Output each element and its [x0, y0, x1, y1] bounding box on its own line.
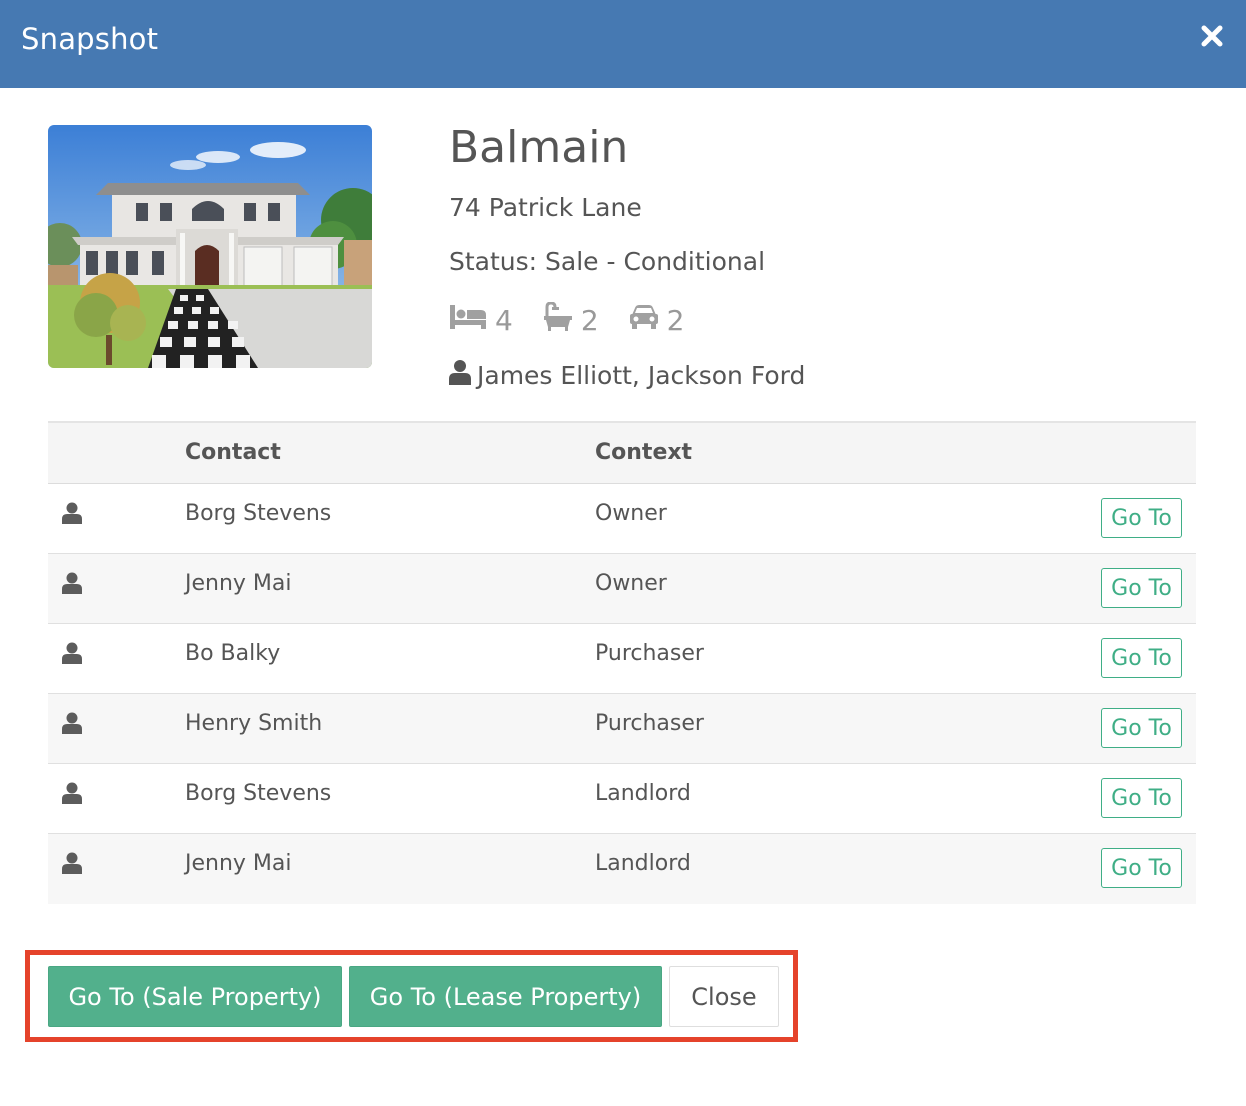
table-row: Borg Stevens Landlord Go To — [48, 764, 1196, 834]
property-features: 4 2 2 — [449, 300, 714, 340]
contact-name: Bo Balky — [185, 641, 281, 666]
table-row: Borg Stevens Owner Go To — [48, 484, 1196, 554]
property-suburb: Balmain — [449, 122, 629, 173]
contact-context: Purchaser — [595, 711, 704, 736]
contact-user-icon — [62, 572, 82, 598]
table-row: Henry Smith Purchaser Go To — [48, 694, 1196, 764]
contact-context: Purchaser — [595, 641, 704, 666]
table-row: Jenny Mai Owner Go To — [48, 554, 1196, 624]
contacts-table: Contact Context Borg Stevens Owner Go To… — [48, 421, 1196, 904]
dialog-title: Snapshot — [21, 22, 159, 56]
contact-user-icon — [62, 712, 82, 738]
table-header: Contact Context — [48, 421, 1196, 484]
table-row: Jenny Mai Landlord Go To — [48, 834, 1196, 904]
go-to-button[interactable]: Go To — [1101, 848, 1182, 888]
dialog-header: Snapshot — [0, 0, 1246, 88]
go-to-button[interactable]: Go To — [1101, 498, 1182, 538]
bedrooms-count: 4 — [495, 303, 513, 337]
contact-name: Jenny Mai — [185, 571, 292, 596]
contact-name: Jenny Mai — [185, 851, 292, 876]
bathrooms-count: 2 — [580, 303, 599, 337]
property-photo — [48, 125, 372, 368]
contact-user-icon — [62, 642, 82, 668]
property-address: 74 Patrick Lane — [449, 193, 642, 222]
contact-user-icon — [62, 502, 82, 528]
header-contact: Contact — [185, 440, 281, 465]
bath-icon — [543, 300, 581, 339]
bedrooms-feature: 4 — [449, 303, 513, 338]
contact-context: Landlord — [595, 781, 691, 806]
contact-user-icon — [62, 782, 82, 808]
contact-user-icon — [62, 852, 82, 878]
contact-context: Landlord — [595, 851, 691, 876]
car-spaces-feature: 2 — [629, 303, 685, 337]
header-context: Context — [595, 440, 693, 465]
go-to-sale-property-button[interactable]: Go To (Sale Property) — [48, 966, 342, 1027]
contact-context: Owner — [595, 501, 667, 526]
property-agents: James Elliott, Jackson Ford — [449, 359, 805, 391]
car-spaces-count: 2 — [666, 303, 685, 337]
car-icon — [629, 304, 667, 337]
contact-name: Borg Stevens — [185, 781, 332, 806]
property-status: Status: Sale - Conditional — [449, 247, 766, 276]
bed-icon — [449, 303, 495, 338]
close-button[interactable]: Close — [669, 966, 779, 1027]
agents-names: James Elliott, Jackson Ford — [477, 360, 806, 390]
go-to-button[interactable]: Go To — [1101, 778, 1182, 818]
go-to-lease-property-button[interactable]: Go To (Lease Property) — [349, 966, 662, 1027]
go-to-button[interactable]: Go To — [1101, 568, 1182, 608]
go-to-button[interactable]: Go To — [1101, 708, 1182, 748]
contact-name: Borg Stevens — [185, 501, 332, 526]
contact-context: Owner — [595, 571, 667, 596]
bathrooms-feature: 2 — [543, 300, 599, 339]
table-row: Bo Balky Purchaser Go To — [48, 624, 1196, 694]
user-icon — [449, 359, 477, 391]
close-icon[interactable] — [1200, 20, 1224, 50]
contact-name: Henry Smith — [185, 711, 323, 736]
go-to-button[interactable]: Go To — [1101, 638, 1182, 678]
